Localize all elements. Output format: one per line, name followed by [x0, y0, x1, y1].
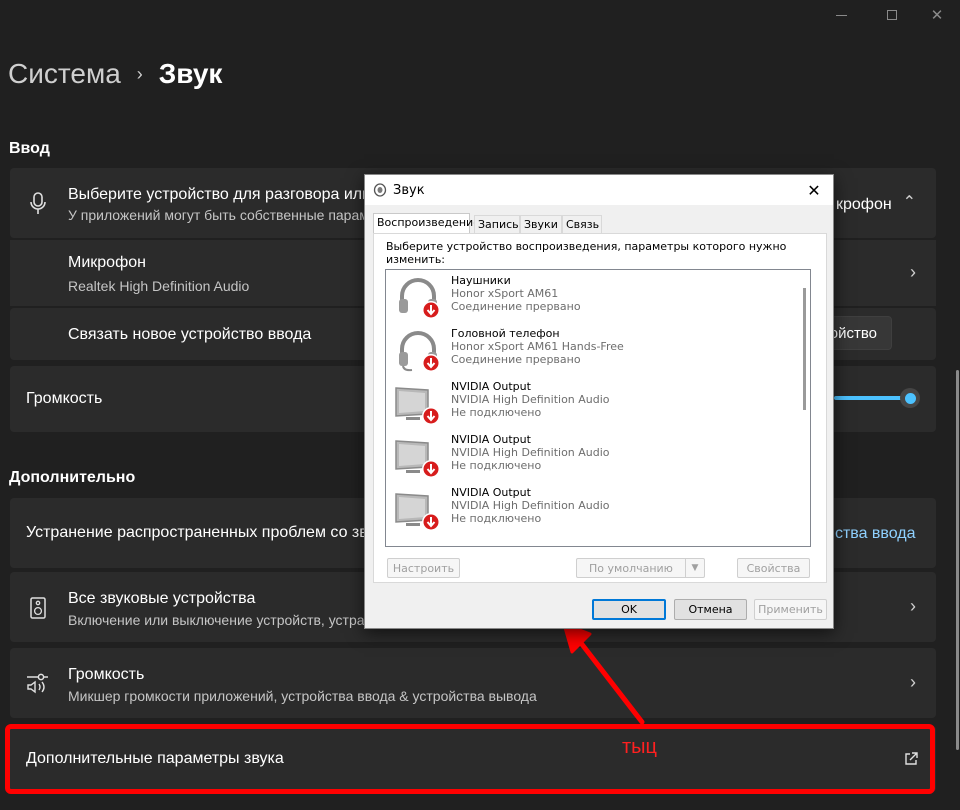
close-icon: ✕ [930, 7, 944, 24]
device-driver: NVIDIA High Definition Audio [451, 393, 610, 406]
device-name: NVIDIA Output [451, 433, 531, 446]
volume-mixer-subtitle: Микшер громкости приложений, устройства … [68, 688, 537, 704]
headset-icon [399, 331, 440, 372]
breadcrumb-parent[interactable]: Система [8, 58, 121, 90]
selected-input-device: крофон [836, 196, 892, 213]
breadcrumb-separator: › [136, 63, 143, 84]
speaker-app-icon [373, 183, 387, 197]
troubleshoot-input-link[interactable]: йства ввода [826, 525, 916, 543]
input-volume-slider-track[interactable] [834, 396, 904, 400]
input-volume-title: Громкость [26, 390, 103, 407]
microphone-subtitle: Realtek High Definition Audio [68, 278, 250, 294]
device-name: Головной телефон [451, 327, 560, 340]
device-driver: Honor xSport AM61 Hands-Free [451, 340, 624, 353]
headphones-icon [399, 278, 440, 319]
minimize-icon [835, 14, 847, 16]
device-status: Соединение прервано [451, 300, 581, 313]
chevron-up-icon[interactable]: ⌃ [903, 192, 916, 212]
list-item-device[interactable]: NVIDIA Output NVIDIA High Definition Aud… [394, 376, 784, 429]
speaker-icon [30, 597, 46, 619]
chevron-right-icon: › [910, 596, 916, 616]
all-devices-title: Все звуковые устройства [68, 590, 256, 607]
apply-button[interactable]: Применить [754, 599, 827, 620]
tab-sounds[interactable]: Звуки [520, 215, 562, 233]
annotation-highlight-box [5, 724, 935, 794]
device-status: Не подключено [451, 459, 542, 472]
device-name: Наушники [451, 274, 511, 287]
playback-description: Выберите устройство воспроизведения, пар… [386, 240, 787, 266]
device-driver: Honor xSport AM61 [451, 287, 559, 300]
page-title: Звук [158, 58, 223, 89]
configure-button[interactable]: Настроить [387, 558, 460, 578]
maximize-button[interactable] [877, 0, 907, 30]
properties-button[interactable]: Свойства [737, 558, 810, 578]
monitor-icon [395, 493, 440, 531]
list-item-device[interactable]: NVIDIA Output NVIDIA High Definition Aud… [394, 429, 784, 482]
device-driver: NVIDIA High Definition Audio [451, 499, 610, 512]
tab-playback[interactable]: Воспроизведение [373, 213, 480, 234]
set-default-button[interactable]: По умолчанию [576, 558, 686, 578]
chevron-right-icon: › [910, 672, 916, 692]
ok-button[interactable]: OK [592, 599, 666, 620]
dialog-close-icon[interactable]: ✕ [803, 179, 825, 201]
choose-device-subtitle: У приложений могут быть собственные пара… [68, 207, 401, 223]
dialog-titlebar[interactable]: Звук ✕ [365, 175, 833, 205]
device-list-scroll-thumb[interactable] [803, 288, 806, 410]
device-list-scrollbar[interactable] [798, 270, 810, 546]
monitor-icon [395, 387, 440, 425]
device-name: NVIDIA Output [451, 486, 531, 499]
device-status: Не подключено [451, 406, 542, 419]
tab-recording[interactable]: Запись [474, 215, 520, 233]
tab-communications[interactable]: Связь [562, 215, 602, 233]
sound-dialog: Звук ✕ Воспроизведение Запись Звуки Связ… [364, 174, 834, 629]
section-title-advanced: Дополнительно [9, 469, 136, 486]
cancel-button[interactable]: Отмена [674, 599, 747, 620]
volume-mixer-title: Громкость [68, 666, 145, 683]
device-driver: NVIDIA High Definition Audio [451, 446, 610, 459]
volume-mixer-row[interactable]: Громкость Микшер громкости приложений, у… [10, 648, 936, 718]
list-item-device[interactable]: Наушники Honor xSport AM61 Соединение пр… [394, 270, 784, 323]
section-title-input: Ввод [9, 140, 50, 157]
page-scrollbar[interactable] [956, 370, 959, 750]
microphone-title: Микрофон [68, 254, 146, 271]
minimize-button[interactable] [826, 0, 856, 30]
device-name: NVIDIA Output [451, 380, 531, 393]
maximize-icon [887, 10, 897, 20]
pair-device-title: Связать новое устройство ввода [68, 326, 312, 343]
volume-mixer-icon [27, 673, 48, 694]
all-devices-subtitle: Включение или выключение устройств, устр… [68, 612, 364, 628]
device-status: Соединение прервано [451, 353, 581, 366]
playback-device-list[interactable]: Наушники Honor xSport AM61 Соединение пр… [385, 269, 811, 547]
device-status: Не подключено [451, 512, 542, 525]
monitor-icon [395, 440, 440, 478]
breadcrumb: Система › Звук [8, 58, 222, 90]
dialog-title: Звук [393, 183, 425, 198]
microphone-icon [30, 192, 46, 214]
list-item-device[interactable]: NVIDIA Output NVIDIA High Definition Aud… [394, 482, 784, 535]
chevron-right-icon: › [910, 262, 916, 282]
list-item-device[interactable]: Головной телефон Honor xSport AM61 Hands… [394, 323, 784, 376]
input-volume-slider-thumb[interactable] [900, 388, 920, 408]
set-default-dropdown-icon[interactable]: ▼ [685, 558, 705, 578]
troubleshoot-title: Устранение распространенных проблем со з… [26, 524, 403, 541]
annotation-label: тыц [622, 736, 657, 758]
close-button[interactable]: ✕ [922, 0, 952, 30]
annotation-arrow [562, 622, 645, 725]
